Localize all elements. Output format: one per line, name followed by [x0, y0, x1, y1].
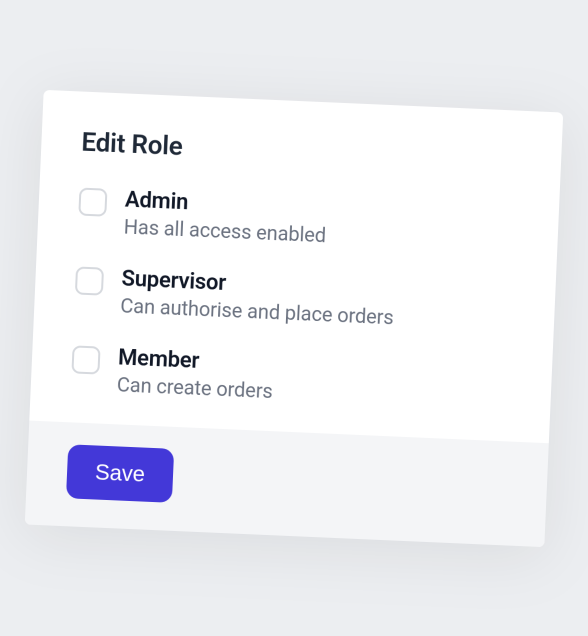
- role-description: Can create orders: [116, 372, 273, 403]
- role-text: Member Can create orders: [116, 345, 274, 403]
- checkbox-member[interactable]: [71, 345, 100, 374]
- card-title: Edit Role: [81, 127, 522, 176]
- card-body: Edit Role Admin Has all access enabled S…: [29, 89, 563, 442]
- edit-role-card: Edit Role Admin Has all access enabled S…: [25, 89, 563, 546]
- checkbox-admin[interactable]: [78, 187, 107, 216]
- role-label: Member: [118, 345, 275, 377]
- save-button[interactable]: Save: [66, 444, 174, 503]
- role-item-admin: Admin Has all access enabled: [77, 185, 519, 255]
- checkbox-supervisor[interactable]: [75, 266, 104, 295]
- card-footer: Save: [25, 420, 549, 547]
- role-text: Supervisor Can authorise and place order…: [120, 266, 395, 329]
- role-list: Admin Has all access enabled Supervisor …: [70, 185, 519, 413]
- role-text: Admin Has all access enabled: [123, 187, 327, 247]
- role-item-member: Member Can create orders: [70, 343, 512, 413]
- role-item-supervisor: Supervisor Can authorise and place order…: [74, 264, 516, 334]
